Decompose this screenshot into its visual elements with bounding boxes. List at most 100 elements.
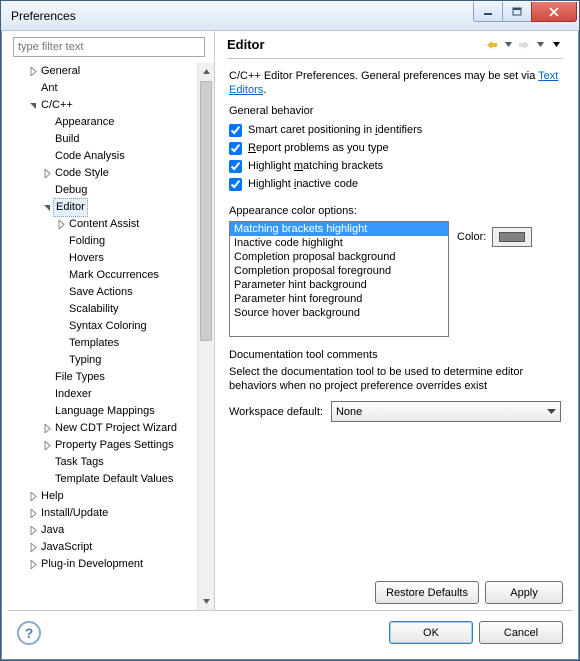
twisty-closed-icon[interactable] xyxy=(27,66,39,78)
twisty-none xyxy=(55,287,67,299)
checkbox-input[interactable] xyxy=(229,124,242,137)
color-option-item[interactable]: Matching brackets highlight xyxy=(230,222,448,236)
minimize-button[interactable] xyxy=(473,2,503,22)
tree-item[interactable]: Scalability xyxy=(13,301,214,318)
twisty-none xyxy=(55,321,67,333)
color-option-item[interactable]: Completion proposal foreground xyxy=(230,264,448,278)
tree-item-label: Hovers xyxy=(67,250,106,267)
window-buttons xyxy=(474,2,577,22)
tree-item-label: Editor xyxy=(53,198,88,217)
checkbox-input[interactable] xyxy=(229,142,242,155)
tree-item[interactable]: Editor xyxy=(13,199,214,216)
twisty-closed-icon[interactable] xyxy=(27,491,39,503)
nav-forward-icon[interactable] xyxy=(517,38,531,52)
dropdown-icon[interactable] xyxy=(501,38,515,52)
dropdown-icon[interactable] xyxy=(533,38,547,52)
tree-item[interactable]: Content Assist xyxy=(13,216,214,233)
ok-button[interactable]: OK xyxy=(389,621,473,644)
twisty-closed-icon[interactable] xyxy=(27,508,39,520)
twisty-closed-icon[interactable] xyxy=(55,219,67,231)
color-option-item[interactable]: Parameter hint background xyxy=(230,278,448,292)
tree-item[interactable]: Appearance xyxy=(13,114,214,131)
scroll-thumb[interactable] xyxy=(200,81,212,341)
twisty-closed-icon[interactable] xyxy=(27,559,39,571)
color-option-item[interactable]: Source hover background xyxy=(230,306,448,320)
nav-icons xyxy=(485,38,563,52)
workspace-default-dropdown[interactable]: None xyxy=(331,401,561,422)
tree-item-label: Ant xyxy=(39,80,60,97)
twisty-closed-icon[interactable] xyxy=(27,542,39,554)
tree-item[interactable]: Code Style xyxy=(13,165,214,182)
tree-item[interactable]: Code Analysis xyxy=(13,148,214,165)
tree-item[interactable]: File Types xyxy=(13,369,214,386)
dialog-footer: ? OK Cancel xyxy=(7,610,573,654)
twisty-closed-icon[interactable] xyxy=(41,423,53,435)
twisty-none xyxy=(55,270,67,282)
twisty-open-icon[interactable] xyxy=(41,202,53,214)
tree-item[interactable]: Template Default Values xyxy=(13,471,214,488)
scroll-up-button[interactable] xyxy=(198,63,214,80)
tree-item[interactable]: Indexer xyxy=(13,386,214,403)
nav-back-icon[interactable] xyxy=(485,38,499,52)
scroll-down-button[interactable] xyxy=(198,593,214,610)
twisty-none xyxy=(41,474,53,486)
apply-button[interactable]: Apply xyxy=(485,581,563,604)
close-button[interactable] xyxy=(531,2,577,22)
desc-text: C/C++ Editor Preferences. General prefer… xyxy=(229,70,538,82)
report-problems-checkbox[interactable]: Report problems as you type xyxy=(229,139,561,157)
tree-item-label: Plug-in Development xyxy=(39,556,145,573)
preferences-tree[interactable]: GeneralAntC/C++AppearanceBuildCode Analy… xyxy=(13,63,214,573)
smart-caret-checkbox[interactable]: Smart caret positioning in identifiers xyxy=(229,121,561,139)
tree-item[interactable]: Help xyxy=(13,488,214,505)
tree-item[interactable]: General xyxy=(13,63,214,80)
tree-item[interactable]: Templates xyxy=(13,335,214,352)
tree-item[interactable]: Java xyxy=(13,522,214,539)
general-behavior-label: General behavior xyxy=(229,105,561,117)
page-buttons: Restore Defaults Apply xyxy=(227,575,563,610)
tree-item[interactable]: Property Pages Settings xyxy=(13,437,214,454)
tree-item[interactable]: Ant xyxy=(13,80,214,97)
tree-scrollbar[interactable] xyxy=(197,63,214,610)
help-button[interactable]: ? xyxy=(17,621,41,645)
chevron-down-icon xyxy=(547,407,556,416)
tree-item-label: JavaScript xyxy=(39,539,94,556)
color-option-item[interactable]: Parameter hint foreground xyxy=(230,292,448,306)
tree-item[interactable]: Typing xyxy=(13,352,214,369)
checkbox-input[interactable] xyxy=(229,160,242,173)
tree-item[interactable]: Build xyxy=(13,131,214,148)
twisty-closed-icon[interactable] xyxy=(41,440,53,452)
tree-item[interactable]: Task Tags xyxy=(13,454,214,471)
tree-item[interactable]: New CDT Project Wizard xyxy=(13,420,214,437)
menu-dropdown-icon[interactable] xyxy=(549,38,563,52)
tree-item[interactable]: Install/Update xyxy=(13,505,214,522)
titlebar[interactable]: Preferences xyxy=(1,1,579,31)
filter-input[interactable] xyxy=(13,37,205,57)
tree-item[interactable]: Save Actions xyxy=(13,284,214,301)
twisty-closed-icon[interactable] xyxy=(27,525,39,537)
color-swatch-button[interactable] xyxy=(492,227,532,247)
tree-item[interactable]: Language Mappings xyxy=(13,403,214,420)
twisty-closed-icon[interactable] xyxy=(41,168,53,180)
restore-defaults-button[interactable]: Restore Defaults xyxy=(375,581,479,604)
twisty-none xyxy=(41,406,53,418)
desc-suffix: . xyxy=(263,84,266,96)
tree-item[interactable]: Syntax Coloring xyxy=(13,318,214,335)
tree-item[interactable]: JavaScript xyxy=(13,539,214,556)
tree-item[interactable]: Debug xyxy=(13,182,214,199)
checkbox-input[interactable] xyxy=(229,178,242,191)
tree-item[interactable]: C/C++ xyxy=(13,97,214,114)
color-options-list[interactable]: Matching brackets highlightInactive code… xyxy=(229,221,449,337)
color-option-item[interactable]: Completion proposal background xyxy=(230,250,448,264)
tree-item[interactable]: Folding xyxy=(13,233,214,250)
maximize-button[interactable] xyxy=(502,2,532,22)
twisty-open-icon[interactable] xyxy=(27,100,39,112)
tree-item[interactable]: Hovers xyxy=(13,250,214,267)
tree-item[interactable]: Plug-in Development xyxy=(13,556,214,573)
highlight-brackets-checkbox[interactable]: Highlight matching brackets xyxy=(229,157,561,175)
color-option-item[interactable]: Inactive code highlight xyxy=(230,236,448,250)
right-pane: Editor C/C++ Editor Preferences. General… xyxy=(215,31,573,610)
cancel-button[interactable]: Cancel xyxy=(479,621,563,644)
tree-item-label: Save Actions xyxy=(67,284,135,301)
highlight-inactive-checkbox[interactable]: Highlight inactive code xyxy=(229,175,561,193)
tree-item[interactable]: Mark Occurrences xyxy=(13,267,214,284)
